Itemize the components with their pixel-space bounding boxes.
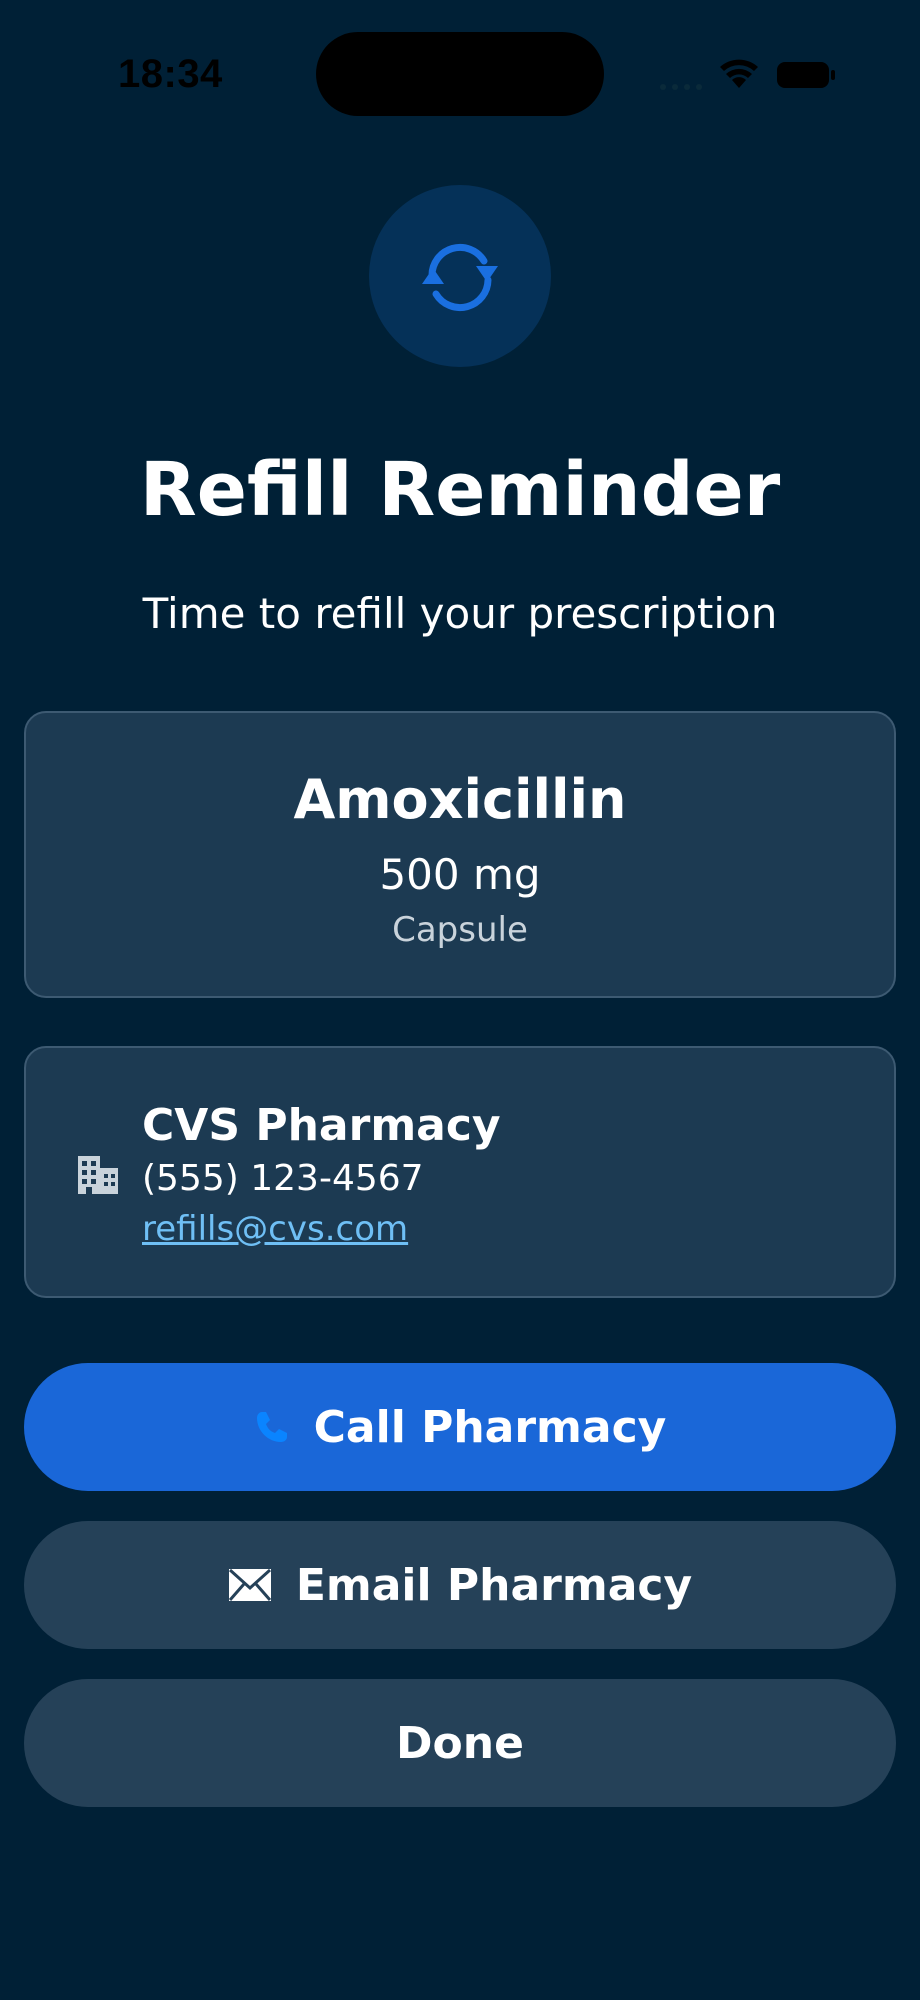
medication-form: Capsule (392, 910, 528, 950)
wifi-icon (720, 59, 758, 88)
refresh-icon (422, 243, 498, 312)
medication-dose: 500 mg (379, 850, 541, 899)
dynamic-island (316, 32, 604, 116)
battery-icon (777, 62, 835, 88)
medication-name: Amoxicillin (293, 768, 627, 831)
envelope-icon (228, 1568, 272, 1602)
status-time: 18:34 (118, 52, 223, 96)
status-bar: 18:34 (0, 0, 920, 150)
done-label: Done (396, 1717, 524, 1769)
pharmacy-email-link[interactable]: refills@cvs.com (142, 1204, 408, 1254)
building-icon (78, 1156, 118, 1194)
cellular-signal-icon (660, 80, 702, 90)
email-pharmacy-button[interactable]: Email Pharmacy (24, 1521, 896, 1649)
done-button[interactable]: Done (24, 1679, 896, 1807)
pharmacy-card: CVS Pharmacy (555) 123-4567 refills@cvs.… (24, 1046, 896, 1298)
page-title: Refill Reminder (139, 447, 781, 533)
refresh-icon-badge (369, 185, 551, 367)
pharmacy-name: CVS Pharmacy (142, 1100, 501, 1151)
call-pharmacy-button[interactable]: Call Pharmacy (24, 1363, 896, 1491)
pharmacy-phone: (555) 123-4567 (142, 1158, 424, 1199)
phone-icon (254, 1409, 290, 1445)
email-pharmacy-label: Email Pharmacy (295, 1559, 693, 1611)
call-pharmacy-label: Call Pharmacy (313, 1401, 667, 1453)
page-subtitle: Time to refill your prescription (142, 589, 778, 638)
medication-card: Amoxicillin 500 mg Capsule (24, 711, 896, 998)
